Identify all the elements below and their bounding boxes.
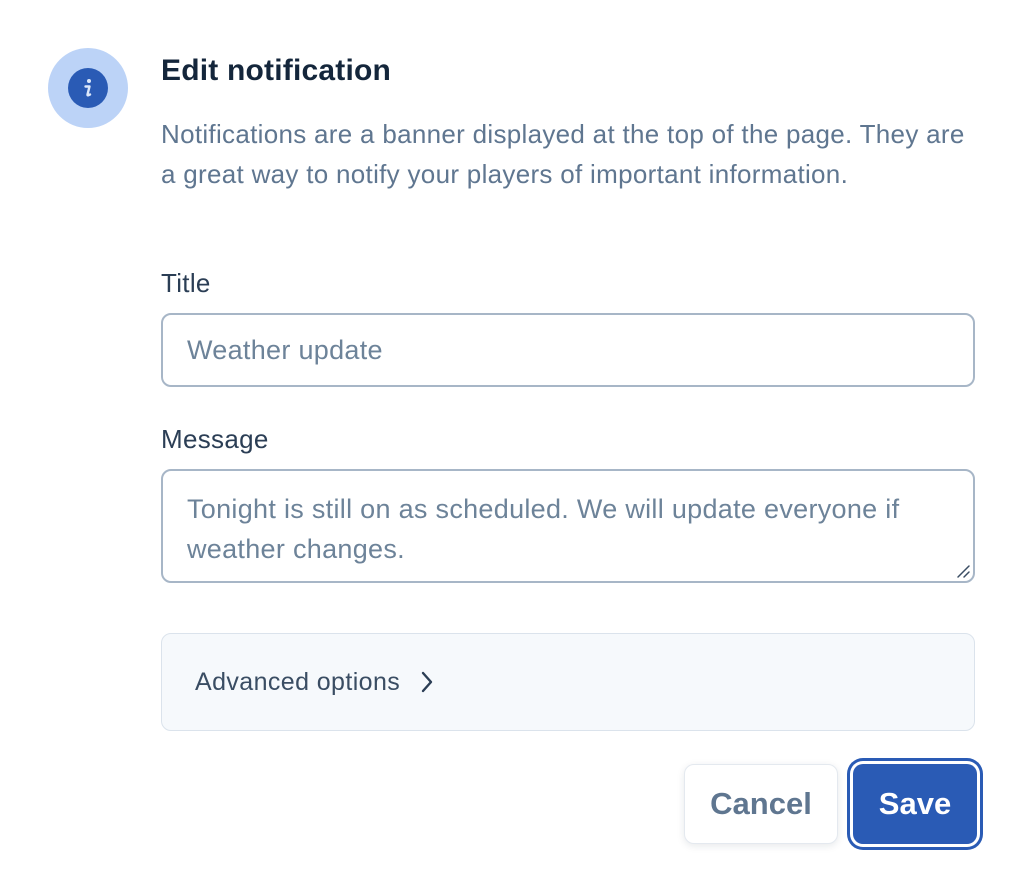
cancel-button[interactable]: Cancel [684,764,838,844]
dialog-description: Notifications are a banner displayed at … [161,119,965,189]
advanced-options-label: Advanced options [195,667,401,696]
save-button[interactable]: Save [853,764,977,844]
info-icon [68,68,108,108]
edit-notification-dialog: Edit notification Notifications are a ba… [0,0,1024,892]
chevron-right-icon [420,670,434,694]
dialog-title: Edit notification [161,54,392,87]
resize-handle-icon[interactable] [955,563,971,579]
message-textarea[interactable]: Tonight is still on as scheduled. We wil… [161,469,975,583]
title-field-label: Title [161,268,211,298]
message-field-label: Message [161,424,269,454]
info-icon-badge [48,48,128,128]
title-input[interactable] [161,313,975,387]
advanced-options-toggle[interactable]: Advanced options [161,633,975,731]
